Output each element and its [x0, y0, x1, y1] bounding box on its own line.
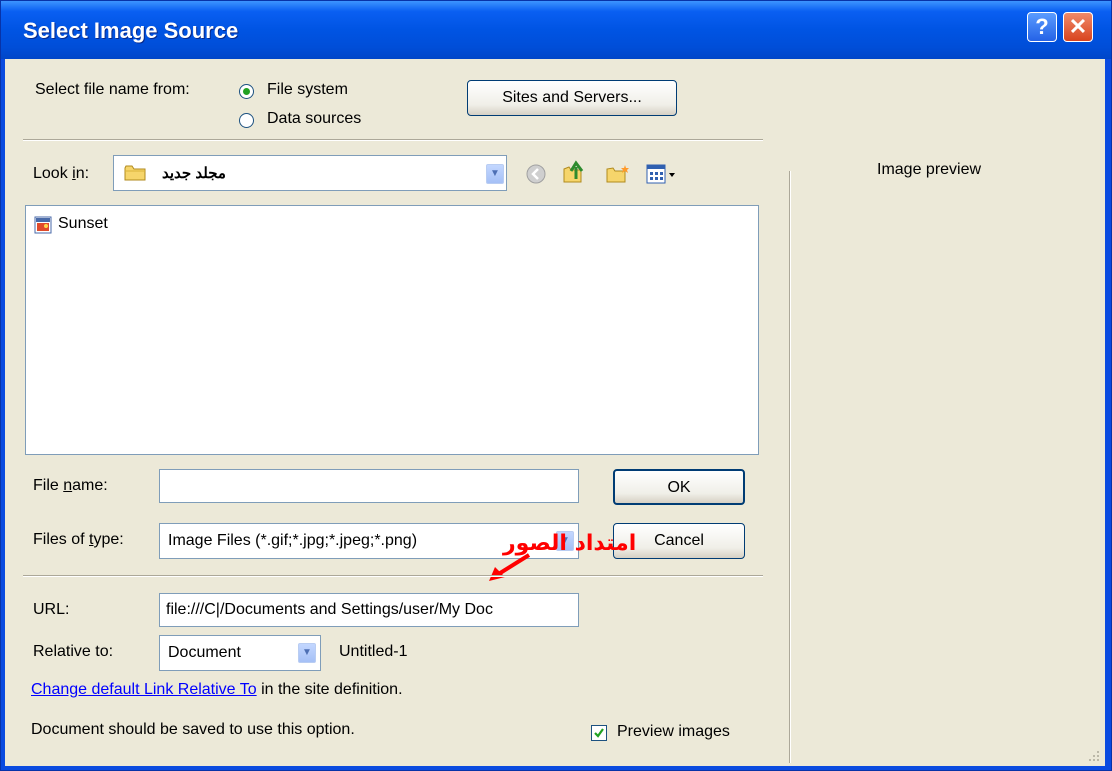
save-note: Document should be saved to use this opt…: [31, 721, 355, 738]
document-name: Untitled-1: [339, 643, 408, 660]
look-in-label: Look in:: [33, 165, 90, 182]
folder-icon: [124, 165, 146, 181]
divider-middle: [23, 575, 763, 577]
new-folder-icon[interactable]: [605, 163, 631, 185]
radio-data-sources[interactable]: [239, 113, 254, 128]
files-of-type-value: Image Files (*.gif;*.jpg;*.jpeg;*.png): [168, 532, 418, 549]
relative-to-select[interactable]: Document ▼: [159, 635, 321, 671]
file-name-sunset: Sunset: [58, 215, 108, 232]
title-bar[interactable]: Select Image Source ? ✕: [1, 1, 1111, 59]
change-link-row: Change default Link Relative To in the s…: [31, 681, 403, 699]
image-file-icon: [34, 216, 52, 234]
ok-button[interactable]: OK: [613, 469, 745, 505]
radio-data-sources-label[interactable]: Data sources: [267, 110, 361, 128]
file-name-label: File name:: [33, 477, 108, 494]
sites-and-servers-button[interactable]: Sites and Servers...: [467, 80, 677, 116]
url-label: URL:: [33, 601, 70, 618]
annotation-arrow-icon: [489, 553, 531, 581]
view-menu-icon[interactable]: [645, 163, 681, 185]
preview-images-checkbox[interactable]: [591, 725, 607, 741]
change-link-rest: in the site definition.: [256, 681, 403, 698]
relative-to-label: Relative to:: [33, 643, 114, 660]
image-preview-label: Image preview: [877, 161, 982, 178]
chevron-down-icon[interactable]: ▼: [298, 643, 316, 663]
checkmark-icon: [594, 728, 604, 738]
look-in-folder-name: مجلد جديد: [162, 165, 226, 182]
radio-selected-dot: [243, 88, 250, 95]
list-item[interactable]: Sunset: [34, 214, 134, 236]
change-default-link[interactable]: Change default Link Relative To: [31, 681, 257, 698]
file-name-input[interactable]: [159, 469, 579, 503]
preview-images-label[interactable]: Preview images: [617, 723, 730, 741]
look-in-combo[interactable]: مجلد جديد ▼: [113, 155, 507, 191]
url-input[interactable]: file:///C|/Documents and Settings/user/M…: [159, 593, 579, 627]
radio-file-system-label[interactable]: File system: [267, 81, 348, 99]
relative-to-value: Document: [168, 644, 241, 661]
back-icon[interactable]: [525, 163, 547, 185]
files-of-type-label: Files of type:: [33, 531, 124, 548]
divider-top: [23, 139, 763, 141]
dialog-title: Select Image Source: [23, 18, 239, 43]
file-list[interactable]: Sunset: [25, 205, 759, 455]
dialog-body: Select file name from: File system Data …: [5, 59, 1105, 766]
close-button[interactable]: ✕: [1063, 12, 1093, 42]
source-label: Select file name from:: [35, 81, 190, 98]
preview-divider: [789, 171, 791, 763]
chevron-down-icon[interactable]: ▼: [486, 164, 504, 184]
radio-file-system[interactable]: [239, 84, 254, 99]
resize-grip-icon[interactable]: [1085, 747, 1101, 763]
help-button[interactable]: ?: [1027, 12, 1057, 42]
dialog-window: Select Image Source ? ✕ Select file name…: [0, 0, 1112, 771]
up-folder-icon[interactable]: [561, 159, 587, 185]
